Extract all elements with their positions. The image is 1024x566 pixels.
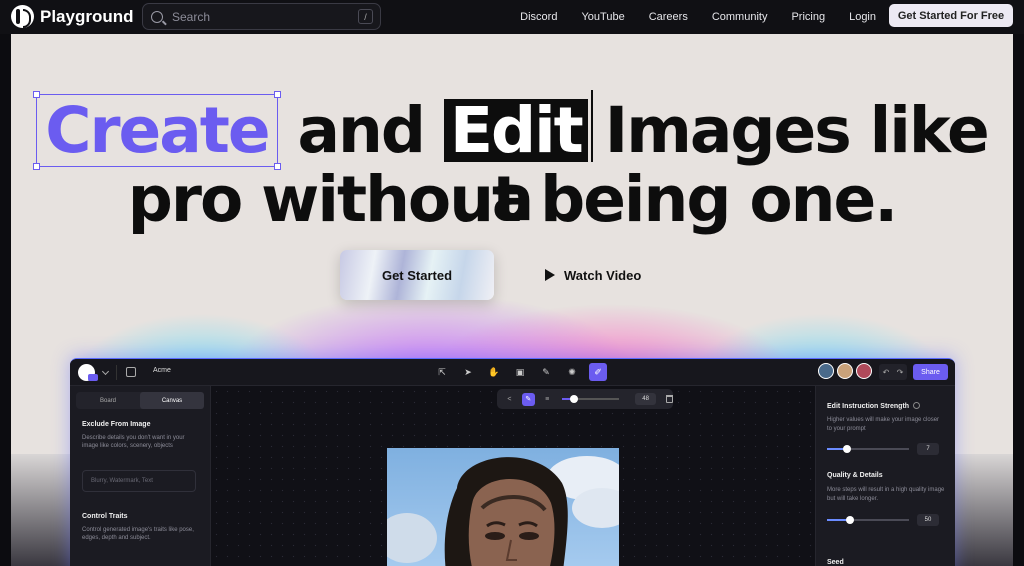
pen-icon[interactable]: ✎ — [537, 363, 555, 381]
playground-logo-icon — [11, 5, 34, 28]
strength-title: Edit Instruction Strength — [827, 402, 921, 410]
undo-redo-group: ↶ ↷ — [879, 364, 907, 380]
get-started-button[interactable]: Get Started — [340, 250, 494, 300]
search-icon — [151, 10, 163, 23]
chevron-down-icon[interactable] — [101, 367, 110, 376]
headline-word-create: Create — [33, 91, 281, 170]
avatar[interactable] — [818, 363, 834, 379]
export-icon[interactable]: ⇱ — [433, 363, 451, 381]
cursor-icon[interactable]: ➤ — [459, 363, 477, 381]
quality-description: More steps will result in a high quality… — [827, 487, 945, 502]
tab-canvas[interactable]: Canvas — [140, 392, 204, 409]
top-navbar: Playground / Discord YouTube Careers Com… — [0, 0, 1024, 34]
quality-value[interactable]: 50 — [917, 514, 939, 526]
share-nodes-icon[interactable]: < — [503, 393, 516, 406]
nav-links: Discord YouTube Careers Community Pricin… — [508, 0, 888, 34]
effects-icon[interactable]: ✺ — [563, 363, 581, 381]
get-started-free-button[interactable]: Get Started For Free — [889, 4, 1013, 27]
search-shortcut-badge: / — [358, 9, 373, 24]
trash-icon[interactable] — [666, 395, 673, 403]
headline-word-and: and — [297, 94, 426, 167]
share-button[interactable]: Share — [913, 364, 948, 380]
nav-link-pricing[interactable]: Pricing — [779, 11, 837, 23]
control-traits-title: Control Traits — [82, 513, 128, 520]
board-canvas-toggle: Board Canvas — [76, 392, 204, 409]
selection-handle-icon — [273, 91, 281, 98]
watch-video-label: Watch Video — [564, 267, 642, 283]
hand-icon[interactable]: ✋ — [485, 363, 503, 381]
nav-link-youtube[interactable]: YouTube — [569, 11, 636, 23]
brush-icon[interactable]: ✎ — [521, 392, 535, 406]
sidebar-toggle-icon[interactable] — [126, 367, 136, 377]
hero-section: Create and Edit Images like a pro without… — [11, 34, 1013, 566]
app-logo-icon[interactable] — [78, 364, 98, 381]
info-icon[interactable] — [913, 402, 921, 409]
app-preview-window: Acme ⇱ ➤ ✋ ▣ ✎ ✺ ✐ ↶ ↷ Share Board Canva… — [70, 358, 955, 566]
brush-size-slider[interactable] — [561, 395, 620, 403]
lines-icon[interactable]: ≡ — [541, 393, 554, 406]
toolbar-divider — [116, 365, 117, 380]
headline-create-text: Create — [45, 94, 270, 167]
quality-slider-knob[interactable] — [846, 516, 854, 524]
exclude-title: Exclude From Image — [82, 421, 151, 428]
search-input[interactable] — [172, 9, 342, 24]
headline-word-edit: Edit — [443, 99, 588, 162]
quality-title: Quality & Details — [827, 472, 883, 479]
strength-slider[interactable] — [827, 445, 909, 453]
strength-description: Higher values will make your image close… — [827, 417, 940, 432]
edit-frame-icon[interactable]: ▣ — [511, 363, 529, 381]
avatar[interactable] — [837, 363, 853, 379]
exclude-input[interactable]: Blurry, Watermark, Text — [82, 470, 196, 492]
portrait-image[interactable] — [387, 448, 619, 566]
portrait-illustration — [387, 456, 619, 566]
redo-icon[interactable]: ↷ — [897, 368, 904, 377]
strength-title-text: Edit Instruction Strength — [827, 403, 910, 410]
brush-size-slider-knob[interactable] — [569, 395, 578, 403]
exclude-description: Describe details you don't want in your … — [82, 435, 185, 450]
text-caret — [590, 90, 593, 162]
seed-title: Seed — [827, 559, 844, 566]
watch-video-button[interactable]: Watch Video — [545, 262, 641, 288]
selection-handle-icon — [33, 91, 41, 98]
brush-toolbar: < ✎ ≡ 48 — [497, 389, 673, 409]
brush-icon[interactable]: ✐ — [589, 363, 607, 381]
undo-icon[interactable]: ↶ — [883, 368, 890, 377]
avatar[interactable] — [856, 363, 872, 379]
brand-name: Playground — [40, 6, 134, 26]
nav-link-community[interactable]: Community — [700, 11, 780, 23]
tab-board[interactable]: Board — [76, 392, 140, 409]
nav-link-discord[interactable]: Discord — [508, 11, 569, 23]
search-box[interactable]: / — [142, 3, 381, 30]
strength-value[interactable]: 7 — [917, 443, 939, 455]
nav-link-login[interactable]: Login — [837, 11, 888, 23]
tool-group: ⇱ ➤ ✋ ▣ ✎ ✺ ✐ — [433, 363, 607, 381]
collaborator-avatars — [818, 363, 872, 379]
headline-line-2: pro without being one. — [127, 163, 898, 236]
brand-logo[interactable]: Playground — [11, 5, 134, 28]
left-panel: Board Canvas Exclude From Image Describe… — [70, 386, 211, 566]
canvas-area[interactable]: < ✎ ≡ 48 — [211, 386, 815, 566]
play-icon — [545, 269, 555, 281]
strength-slider-knob[interactable] — [843, 445, 851, 453]
app-toolbar: Acme ⇱ ➤ ✋ ▣ ✎ ✺ ✐ ↶ ↷ Share — [70, 359, 955, 386]
control-traits-description: Control generated image's traits like po… — [82, 527, 194, 542]
brush-size-value[interactable]: 48 — [635, 393, 657, 405]
right-panel: Edit Instruction Strength Higher values … — [815, 386, 955, 566]
project-name[interactable]: Acme — [153, 367, 171, 374]
quality-slider[interactable] — [827, 516, 909, 524]
nav-link-careers[interactable]: Careers — [637, 11, 700, 23]
